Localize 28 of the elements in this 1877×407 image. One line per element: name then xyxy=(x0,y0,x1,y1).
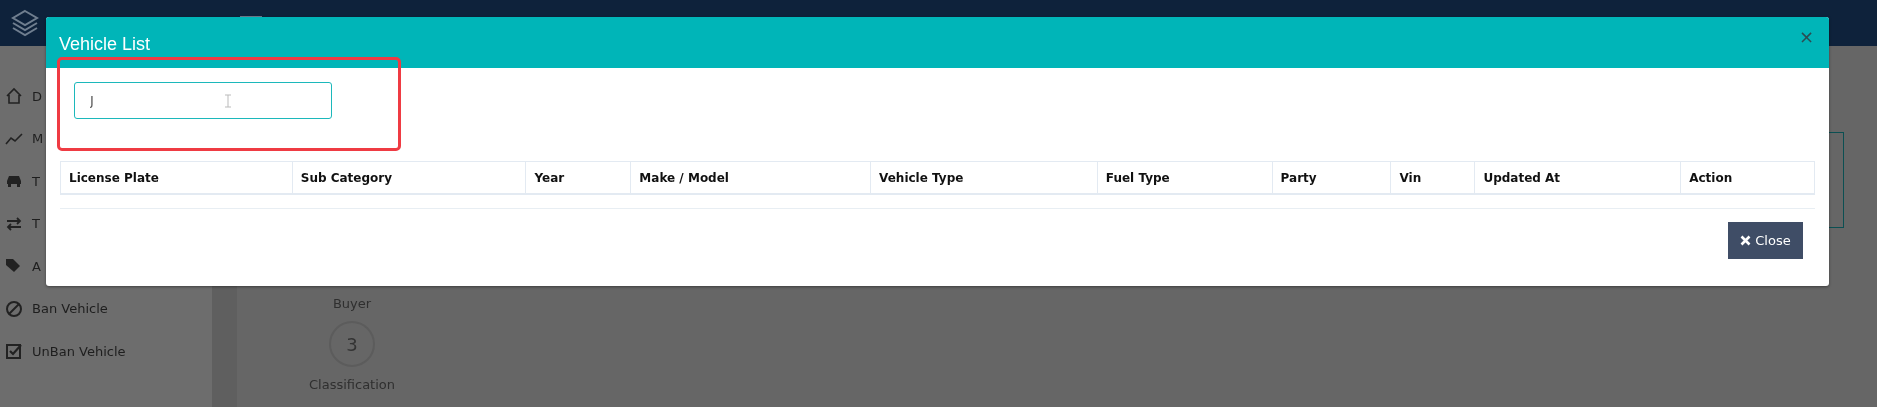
column-header: Updated At xyxy=(1474,162,1681,193)
column-header: Fuel Type xyxy=(1096,162,1272,193)
column-header: Year xyxy=(525,162,631,193)
swap-arrows-icon xyxy=(5,214,23,233)
sidebar-item[interactable]: A xyxy=(32,258,41,274)
column-header: Make / Model xyxy=(630,162,871,193)
sidebar-item[interactable]: UnBan Vehicle xyxy=(32,343,126,359)
sidebar-item[interactable]: T xyxy=(32,173,40,189)
column-header: License Plate xyxy=(68,169,160,187)
text-cursor-icon xyxy=(225,94,231,108)
column-header: Party xyxy=(1271,162,1391,193)
column-header: Action xyxy=(1680,162,1814,193)
checkbox-icon xyxy=(5,342,23,361)
sidebar-item[interactable]: Ban Vehicle xyxy=(32,301,108,317)
search-field[interactable]: J xyxy=(74,82,332,119)
ban-icon xyxy=(5,299,23,318)
home-icon xyxy=(5,87,23,106)
column-header: Vin xyxy=(1390,162,1475,193)
column-header: Vehicle Type xyxy=(870,162,1097,193)
close-button[interactable]: Close xyxy=(1728,222,1803,259)
layers-icon xyxy=(10,8,40,38)
modal-title: Vehicle List xyxy=(59,34,151,55)
sidebar-item[interactable]: T xyxy=(32,216,40,232)
sidebar-item[interactable]: D xyxy=(32,88,42,104)
close-icon xyxy=(1740,235,1752,246)
column-header: Sub Category xyxy=(291,162,526,193)
step-label: Classification xyxy=(309,377,395,392)
sidebar-item[interactable]: M xyxy=(32,131,44,147)
